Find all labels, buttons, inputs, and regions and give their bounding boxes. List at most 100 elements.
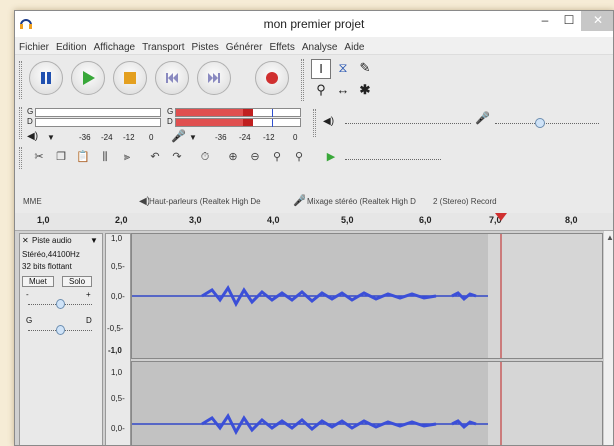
close-icon[interactable]: ✕: [22, 236, 29, 245]
waveform-right-svg: [132, 362, 602, 445]
rec-scale-0: 0: [293, 133, 298, 142]
vscale-top-m05: -0,5-: [107, 324, 124, 333]
skip-to-end-button[interactable]: [197, 61, 231, 95]
vertical-scrollbar[interactable]: ▲: [603, 231, 613, 445]
output-volume-slider[interactable]: [345, 123, 471, 124]
track-control-panel[interactable]: ✕ Piste audio ▼ Stéréo,44100Hz 32 bits f…: [19, 233, 103, 445]
ruler-tick-3: 3,0: [189, 215, 202, 225]
solo-button[interactable]: Solo: [62, 276, 93, 287]
ruler-tick-5: 5,0: [341, 215, 354, 225]
window-title: mon premier projet: [263, 17, 365, 31]
menu-effets[interactable]: Effets: [265, 39, 297, 54]
close-button[interactable]: ✕: [581, 11, 613, 31]
play-meter-left[interactable]: [35, 108, 161, 117]
ruler-tick-8: 8,0: [565, 215, 578, 225]
gain-minus-label: -: [26, 290, 29, 299]
waveform-left-svg: [132, 234, 602, 358]
redo-button[interactable]: ↷: [167, 149, 187, 167]
zoom-in-button[interactable]: ⊕: [223, 149, 243, 167]
menu-edition[interactable]: Edition: [52, 39, 90, 54]
undo-button[interactable]: ↶: [145, 149, 165, 167]
timeshift-tool[interactable]: ↔: [333, 81, 353, 101]
mute-button[interactable]: Muet: [22, 276, 54, 287]
rec-scale-12: -12: [263, 133, 275, 142]
rec-meter-left[interactable]: [175, 108, 301, 117]
rec-scale-36: -36: [215, 133, 227, 142]
gain-slider-thumb[interactable]: [56, 299, 65, 309]
vscale-bottom-05: 0,5-: [111, 394, 125, 403]
play-meter-left-label: G: [27, 107, 34, 116]
input-volume-slider[interactable]: [495, 123, 599, 124]
mixer-grip[interactable]: [313, 109, 316, 137]
pan-slider-thumb[interactable]: [56, 325, 65, 335]
input-device-select[interactable]: Mixage stéréo (Realtek High D: [307, 193, 425, 211]
zoom-tool[interactable]: ⚲: [311, 81, 331, 101]
paste-button[interactable]: 📋: [73, 149, 93, 167]
menu-analyse[interactable]: Analyse: [298, 39, 341, 54]
selection-tool[interactable]: I: [311, 59, 331, 79]
vscale-bottom-0: 0,0-: [111, 424, 125, 433]
copy-button[interactable]: ❐: [51, 149, 71, 167]
vscale-top-05: 0,5-: [111, 262, 125, 271]
track-panel: ✕ Piste audio ▼ Stéréo,44100Hz 32 bits f…: [15, 231, 603, 445]
input-channels-select[interactable]: 2 (Stereo) Record: [433, 193, 515, 211]
waveform-left-channel[interactable]: [131, 233, 603, 359]
title-bar: mon premier projet – ☐ ✕: [15, 11, 613, 37]
speaker-icon[interactable]: ◀): [27, 131, 38, 142]
playhead-marker[interactable]: [495, 213, 507, 221]
ruler-tick-2: 2,0: [115, 215, 128, 225]
vscale-top-0: 0,0-: [111, 292, 125, 301]
toolbar-grip[interactable]: [19, 61, 22, 99]
track-name-label[interactable]: Piste audio: [32, 236, 72, 245]
microphone-icon[interactable]: 🎤: [171, 129, 186, 143]
menu-affichage[interactable]: Affichage: [90, 39, 139, 54]
rec-meter-right[interactable]: [175, 118, 301, 127]
fit-selection-button[interactable]: ⚲: [267, 149, 287, 167]
play-meter-right[interactable]: [35, 118, 161, 127]
input-volume-thumb[interactable]: [535, 118, 545, 128]
cut-button[interactable]: ✂: [29, 149, 49, 167]
play-button[interactable]: [71, 61, 105, 95]
meter-grip[interactable]: [19, 107, 22, 139]
skip-to-start-button[interactable]: [155, 61, 189, 95]
chevron-down-icon[interactable]: ▼: [90, 236, 98, 245]
menu-bar: Fichier Edition Affichage Transport Pistes Gé…: [15, 37, 613, 55]
timeline-ruler[interactable]: 1,0 2,0 3,0 4,0 5,0 6,0 7,0 8,0: [15, 213, 613, 231]
audio-host-select[interactable]: MME: [23, 193, 139, 211]
rec-scale-24: -24: [239, 133, 251, 142]
track-bits-label: 32 bits flottant: [22, 262, 72, 271]
pause-button[interactable]: [29, 61, 63, 95]
play-scale-0: 0: [149, 133, 154, 142]
record-button[interactable]: [255, 61, 289, 95]
vertical-scale: 1,0 0,5- 0,0- -0,5- -1,0 1,0 0,5- 0,0-: [105, 233, 131, 445]
multi-tool[interactable]: ✱: [355, 81, 375, 101]
maximize-button[interactable]: ☐: [557, 11, 581, 31]
edit-grip[interactable]: [19, 147, 22, 169]
sync-lock-button[interactable]: ⏱: [195, 149, 215, 167]
zoom-out-button[interactable]: ⊖: [245, 149, 265, 167]
chevron-up-icon[interactable]: ▲: [606, 233, 613, 242]
minimize-button[interactable]: –: [533, 11, 557, 31]
trim-button[interactable]: ⫼: [95, 149, 115, 167]
waveform-right-channel[interactable]: [131, 361, 603, 445]
screenshot-frame: mon premier projet – ☐ ✕ Fichier Edition A…: [0, 0, 614, 446]
menu-transport[interactable]: Transport: [138, 39, 187, 54]
play-scale-12: -12: [123, 133, 135, 142]
stop-button[interactable]: [113, 61, 147, 95]
chevron-down-icon[interactable]: ▼: [47, 133, 55, 142]
menu-pistes[interactable]: Pistes: [188, 39, 222, 54]
envelope-tool[interactable]: ⧖: [333, 59, 353, 79]
fit-project-button[interactable]: ⚲: [289, 149, 309, 167]
menu-generer[interactable]: Générer: [222, 39, 266, 54]
menu-fichier[interactable]: Fichier: [15, 39, 52, 54]
vscale-top-1: 1,0: [111, 234, 123, 243]
silence-button[interactable]: ⫸: [117, 149, 137, 167]
chevron-down-icon[interactable]: ▼: [189, 133, 197, 142]
output-device-select[interactable]: Haut-parleurs (Realtek High De: [149, 193, 287, 211]
menu-aide[interactable]: Aide: [340, 39, 367, 54]
play-speed-slider[interactable]: [345, 159, 441, 160]
draw-tool[interactable]: ✎: [355, 59, 375, 79]
play-at-speed-button[interactable]: ▶: [321, 149, 341, 167]
play-scale-24: -24: [101, 133, 113, 142]
tools-grip[interactable]: [301, 59, 304, 101]
